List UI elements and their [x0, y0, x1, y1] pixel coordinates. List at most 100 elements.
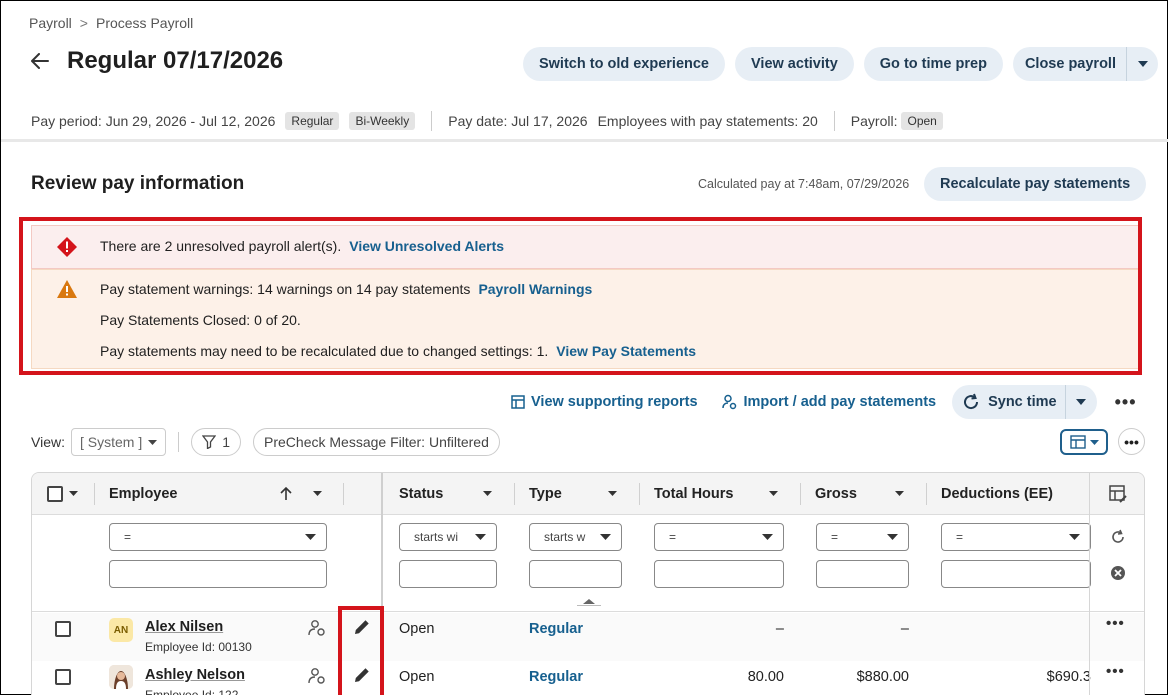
sync-time-label: Sync time — [988, 394, 1057, 410]
type-filter-op-value: starts w — [544, 530, 586, 544]
sync-time-dropdown[interactable] — [1064, 385, 1097, 419]
caret-down-icon — [475, 534, 486, 540]
more-actions-button[interactable]: ••• — [1115, 392, 1137, 413]
grid-actions: View supporting reports Import / add pay… — [511, 385, 1137, 419]
switch-old-experience-button[interactable]: Switch to old experience — [522, 47, 725, 81]
precheck-filter-chip[interactable]: PreCheck Message Filter: Unfiltered — [253, 428, 500, 456]
employee-id: Employee Id: 122 — [145, 688, 239, 695]
clear-filters-icon[interactable] — [1110, 565, 1126, 581]
employees-count: Employees with pay statements: 20 — [597, 113, 818, 129]
back-arrow-icon[interactable] — [29, 50, 51, 72]
type-filter-operator[interactable]: starts w — [529, 523, 622, 551]
type-filter-input[interactable] — [529, 560, 622, 588]
column-header-total-hours[interactable]: Total Hours — [654, 473, 733, 515]
reset-filters-icon[interactable] — [1110, 529, 1126, 545]
grid-header: Employee Status Type Total Hours Gross D… — [32, 473, 1144, 515]
status-filter-input[interactable] — [399, 560, 497, 588]
person-link-icon[interactable] — [308, 619, 326, 637]
caret-down-icon — [1137, 61, 1148, 67]
column-settings-icon[interactable] — [1108, 484, 1128, 504]
view-activity-button[interactable]: View activity — [735, 47, 854, 81]
tag-regular: Regular — [285, 112, 340, 130]
row-checkbox[interactable] — [55, 669, 71, 685]
gross-filter-input[interactable] — [816, 560, 909, 588]
sync-time-button[interactable]: Sync time — [952, 385, 1065, 419]
tag-biweekly: Bi-Weekly — [349, 112, 416, 130]
person-link-icon[interactable] — [308, 667, 326, 685]
pay-date: Pay date: Jul 17, 2026 — [448, 113, 588, 129]
view-toolbar: View: [ System ] 1 PreCheck Message Filt… — [31, 428, 500, 456]
caret-down-icon — [600, 534, 611, 540]
column-header-employee[interactable]: Employee — [109, 473, 178, 515]
type-link[interactable]: Regular — [529, 621, 583, 637]
caret-down-icon — [305, 534, 316, 540]
employee-filter-input[interactable] — [109, 560, 327, 588]
status-filter-op-value: starts wi — [414, 530, 459, 544]
deductions-filter-input[interactable] — [941, 560, 1091, 588]
filter-row: = starts wi starts w = = = — [32, 516, 1144, 612]
status-cell: Open — [399, 621, 435, 637]
hours-cell: 80.00 — [747, 669, 784, 685]
employee-filter-op-value: = — [124, 530, 132, 544]
divider — [178, 432, 180, 452]
employee-name-link[interactable]: Ashley Nelson — [145, 667, 245, 683]
gross-filter-operator[interactable]: = — [816, 523, 909, 551]
grid-more-button[interactable]: ••• — [1118, 428, 1145, 455]
avatar: AN — [109, 618, 133, 642]
title-row: Regular 07/17/2026 — [29, 47, 283, 75]
collapse-caret-up-icon[interactable] — [577, 598, 601, 606]
table-row[interactable]: Ashley Nelson Employee Id: 122 Open Regu… — [32, 661, 1144, 695]
gross-cell: – — [900, 621, 909, 637]
employee-filter-operator[interactable]: = — [109, 523, 327, 551]
filter-icon — [202, 435, 217, 449]
view-supporting-reports-button[interactable]: View supporting reports — [511, 394, 698, 410]
column-menu-caret-icon[interactable] — [895, 491, 904, 496]
sync-time-split-button: Sync time — [952, 385, 1097, 419]
import-add-pay-statements-button[interactable]: Import / add pay statements — [721, 394, 936, 410]
column-menu-caret-icon[interactable] — [608, 491, 617, 496]
column-menu-caret-icon[interactable] — [313, 491, 322, 496]
deductions-filter-op-value: = — [956, 530, 964, 544]
column-menu-caret-icon[interactable] — [769, 491, 778, 496]
column-menu-caret-icon[interactable] — [483, 491, 492, 496]
recalculate-button[interactable]: Recalculate pay statements — [924, 167, 1147, 201]
employee-name-link[interactable]: Alex Nilsen — [145, 619, 223, 635]
filter-button[interactable]: 1 — [191, 428, 242, 456]
row-more-button[interactable]: ••• — [1106, 663, 1125, 680]
calculated-timestamp: Calculated pay at 7:48am, 07/29/2026 — [698, 177, 910, 191]
row-checkbox[interactable] — [55, 621, 71, 637]
view-select[interactable]: [ System ] — [70, 428, 167, 456]
person-link-icon — [721, 394, 736, 410]
caret-down-icon[interactable] — [69, 491, 78, 496]
page-title: Regular 07/17/2026 — [67, 47, 284, 74]
payroll-status-badge: Open — [901, 112, 943, 130]
table-icon — [1069, 435, 1086, 449]
column-header-status[interactable]: Status — [399, 473, 443, 515]
caret-down-icon — [1069, 534, 1080, 540]
review-title: Review pay information — [31, 173, 245, 194]
deductions-filter-operator[interactable]: = — [941, 523, 1091, 551]
view-label: View: — [31, 434, 65, 450]
go-to-time-prep-button[interactable]: Go to time prep — [863, 47, 1003, 81]
select-all-checkbox[interactable] — [47, 486, 63, 502]
hours-filter-input[interactable] — [654, 560, 784, 588]
view-supporting-reports-label: View supporting reports — [531, 394, 698, 410]
column-header-type[interactable]: Type — [529, 473, 562, 515]
breadcrumb-payroll[interactable]: Payroll — [29, 15, 72, 31]
breadcrumb-current: Process Payroll — [95, 15, 194, 31]
payroll-label: Payroll: — [850, 113, 898, 129]
close-payroll-dropdown[interactable] — [1126, 47, 1158, 81]
column-header-deductions[interactable]: Deductions (EE) — [941, 473, 1053, 515]
caret-down-icon — [887, 534, 898, 540]
column-layout-button[interactable] — [1060, 429, 1108, 455]
status-filter-operator[interactable]: starts wi — [399, 523, 497, 551]
close-payroll-split-button: Close payroll — [1012, 47, 1158, 81]
table-row[interactable]: AN Alex Nilsen Employee Id: 00130 Open R… — [32, 613, 1144, 661]
hours-filter-operator[interactable]: = — [654, 523, 784, 551]
type-link[interactable]: Regular — [529, 669, 583, 685]
avatar — [109, 665, 133, 689]
row-more-button[interactable]: ••• — [1106, 615, 1125, 632]
column-header-gross[interactable]: Gross — [815, 473, 857, 515]
sort-arrow-up-icon[interactable] — [280, 487, 292, 501]
close-payroll-button[interactable]: Close payroll — [1013, 47, 1126, 81]
